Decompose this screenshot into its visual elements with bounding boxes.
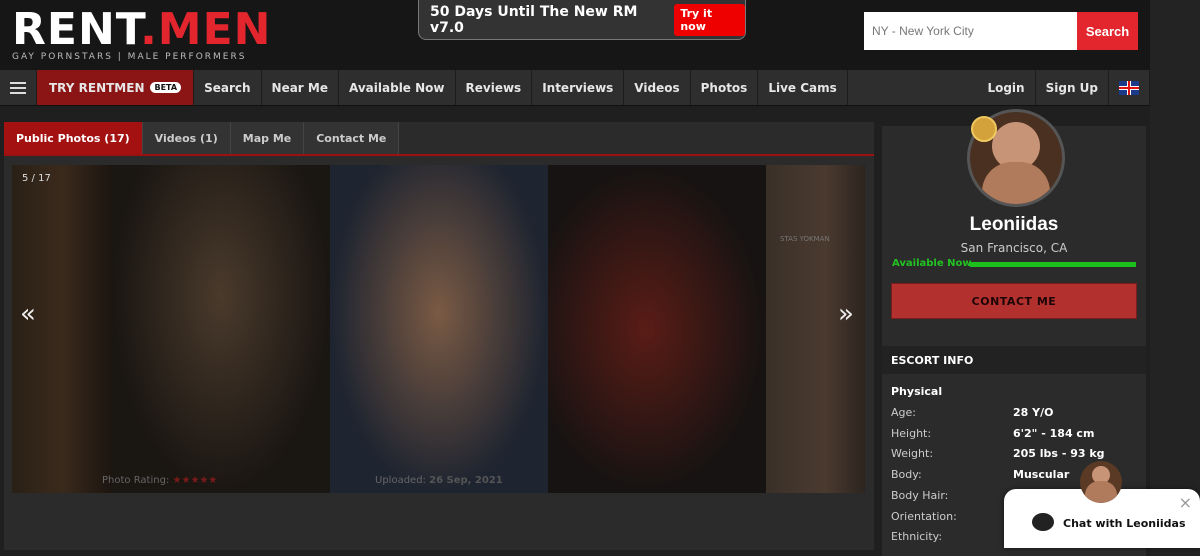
- tab-map-me[interactable]: Map Me: [230, 122, 305, 154]
- gallery-photo-prev-1[interactable]: [112, 165, 330, 493]
- promo-text: 50 Days Until The New RM v7.0: [430, 3, 638, 36]
- site-header: RENT.MEN GAY PORNSTARS | MALE PERFORMERS…: [0, 0, 1150, 70]
- nav-item-photos[interactable]: Photos: [691, 70, 759, 105]
- info-key: Body:: [891, 468, 922, 481]
- nav-item-videos[interactable]: Videos: [624, 70, 691, 105]
- info-value: 205 lbs - 93 kg: [1013, 447, 1105, 460]
- avatar-torso: [982, 162, 1050, 204]
- chat-avatar-torso: [1085, 481, 1117, 503]
- logo-tagline: GAY PORNSTARS | MALE PERFORMERS: [12, 52, 247, 62]
- gallery-next-arrow-icon[interactable]: »: [838, 299, 854, 329]
- availability-bar: [970, 262, 1136, 267]
- gallery-prev-arrow-icon[interactable]: «: [20, 299, 36, 329]
- menu-button[interactable]: [0, 70, 37, 105]
- media-tabs: Public Photos (17) Videos (1) Map Me Con…: [4, 122, 874, 156]
- gallery-photo-current[interactable]: [330, 165, 548, 493]
- photo-counter: 5 / 17: [22, 173, 51, 184]
- tab-videos[interactable]: Videos (1): [142, 122, 231, 154]
- try-rentmen-button[interactable]: TRY RENTMEN BETA: [37, 70, 195, 105]
- page-scrollbar-track[interactable]: [1150, 0, 1200, 556]
- close-icon[interactable]: ×: [1179, 493, 1192, 512]
- info-key: Age:: [891, 406, 916, 419]
- star-rating-icon[interactable]: ★★★★★: [173, 475, 218, 486]
- info-key: Weight:: [891, 447, 934, 460]
- nav-item-interviews[interactable]: Interviews: [532, 70, 625, 105]
- info-value: 28 Y/O: [1013, 406, 1054, 419]
- try-it-now-button[interactable]: Try it now: [674, 3, 745, 36]
- chat-avatar[interactable]: [1080, 461, 1122, 503]
- availability-status: Available Now: [892, 258, 972, 269]
- award-medal-icon: [971, 116, 997, 142]
- nav-item-near-me[interactable]: Near Me: [262, 70, 339, 105]
- login-link[interactable]: Login: [977, 70, 1036, 105]
- info-row-height: Height: 6'2" - 184 cm: [891, 427, 1141, 448]
- tab-contact-me[interactable]: Contact Me: [304, 122, 400, 154]
- location-search-input[interactable]: [864, 12, 1077, 50]
- beta-badge: BETA: [150, 82, 182, 93]
- photo-rating-label: Photo Rating:: [102, 475, 170, 486]
- uk-flag-icon: [1119, 80, 1139, 95]
- uploaded-date: 26 Sep, 2021: [429, 475, 503, 486]
- signup-link[interactable]: Sign Up: [1036, 70, 1109, 105]
- nav-item-available-now[interactable]: Available Now: [339, 70, 456, 105]
- photo-upload-date: Uploaded: 26 Sep, 2021: [375, 475, 503, 486]
- nav-account-area: Login Sign Up: [977, 70, 1150, 105]
- nav-item-search[interactable]: Search: [194, 70, 262, 105]
- hamburger-icon: [10, 81, 26, 94]
- site-logo[interactable]: RENT.MEN GAY PORNSTARS | MALE PERFORMERS: [12, 8, 271, 63]
- uploaded-label: Uploaded:: [375, 475, 426, 486]
- nav-item-reviews[interactable]: Reviews: [456, 70, 533, 105]
- gallery-photo-next-1[interactable]: [548, 165, 766, 493]
- physical-section-title: Physical: [891, 385, 943, 398]
- info-key: Body Hair:: [891, 489, 949, 502]
- photo-gallery[interactable]: STAS YOKMAN 5 / 17 « » Photo Rating: ★★★…: [12, 165, 865, 493]
- info-value: 6'2" - 184 cm: [1013, 427, 1095, 440]
- tab-public-photos[interactable]: Public Photos (17): [4, 122, 143, 154]
- nav-item-live-cams[interactable]: Live Cams: [758, 70, 848, 105]
- info-key: Orientation:: [891, 510, 957, 523]
- chat-label: Chat with Leoniidas: [1063, 517, 1186, 530]
- photo-watermark: STAS YOKMAN: [780, 235, 830, 243]
- profile-name: Leoniidas: [969, 214, 1059, 235]
- info-key: Height:: [891, 427, 932, 440]
- gallery-photo-prev-2[interactable]: [12, 165, 112, 493]
- profile-media-panel: Public Photos (17) Videos (1) Map Me Con…: [4, 122, 874, 550]
- chat-bubble-icon: [1032, 513, 1054, 531]
- logo-text-men: .MEN: [140, 4, 272, 55]
- main-nav: TRY RENTMEN BETA Search Near Me Availabl…: [0, 70, 1150, 106]
- gallery-photo-next-2[interactable]: [766, 165, 865, 493]
- info-key: Ethnicity:: [891, 530, 943, 543]
- promo-banner[interactable]: 50 Days Until The New RM v7.0 Try it now: [418, 0, 746, 40]
- contact-me-button[interactable]: CONTACT ME: [891, 283, 1137, 319]
- photo-rating: Photo Rating: ★★★★★: [102, 475, 217, 486]
- logo-text-rent: RENT: [12, 4, 141, 55]
- try-rentmen-label: TRY RENTMEN: [49, 80, 145, 95]
- language-selector[interactable]: [1109, 70, 1150, 105]
- profile-location: San Francisco, CA: [960, 241, 1068, 255]
- info-row-age: Age: 28 Y/O: [891, 406, 1141, 427]
- info-value: Muscular: [1013, 468, 1070, 481]
- escort-info-header: ESCORT INFO: [882, 346, 1146, 374]
- search-button[interactable]: Search: [1077, 12, 1138, 50]
